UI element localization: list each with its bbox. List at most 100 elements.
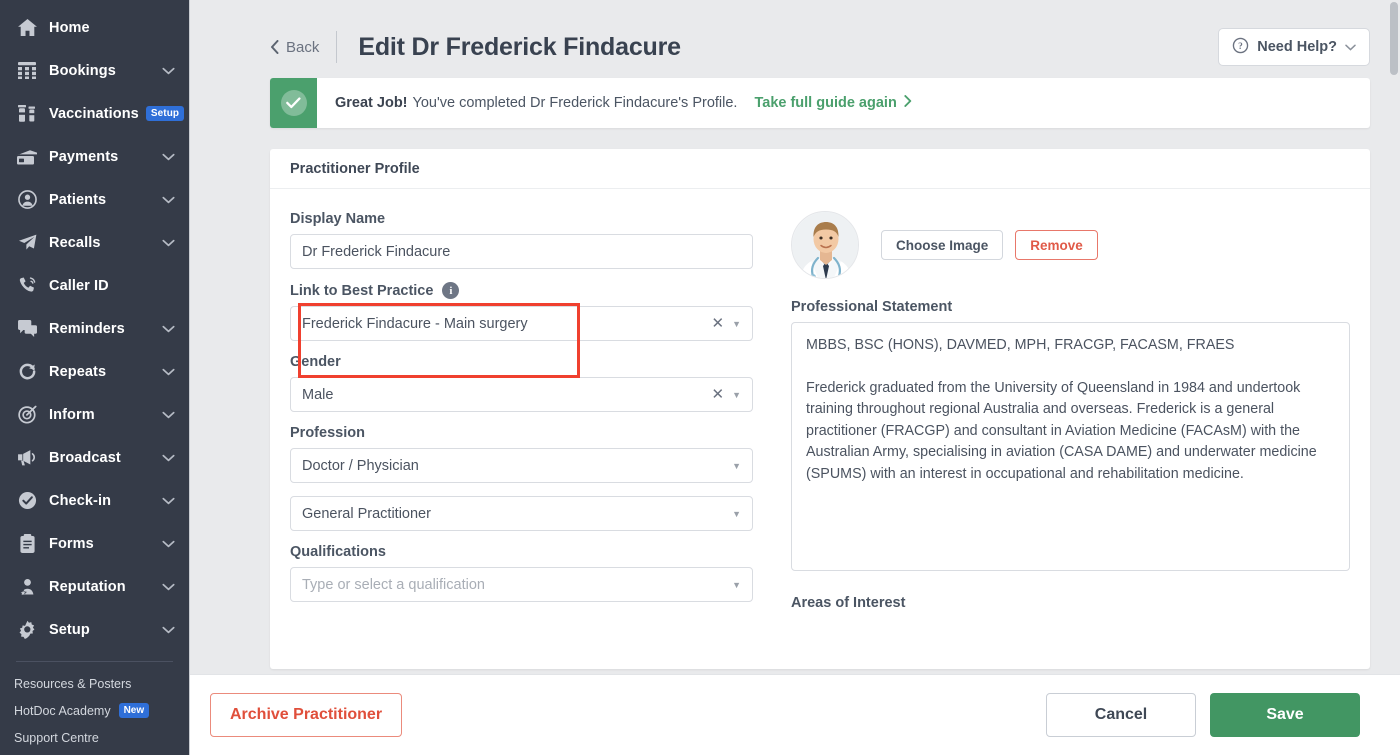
chevron-down-icon[interactable] bbox=[162, 497, 175, 505]
need-help-label: Need Help? bbox=[1257, 39, 1337, 55]
page-header: Back Edit Dr Frederick Findacure ? Need … bbox=[190, 0, 1400, 72]
sidebar-footer-badge[interactable]: New bbox=[118, 703, 150, 718]
chevron-down-icon[interactable] bbox=[162, 540, 175, 548]
qualifications-input[interactable]: Type or select a qualification ▼ bbox=[290, 567, 753, 602]
profession-adornments: ▼ bbox=[732, 461, 741, 471]
star-person-icon bbox=[16, 577, 38, 597]
sidebar-item-reputation[interactable]: Reputation bbox=[0, 565, 189, 608]
chevron-down-icon[interactable] bbox=[162, 67, 175, 75]
sidebar-item-badge[interactable]: Setup bbox=[145, 106, 185, 121]
question-circle-icon: ? bbox=[1232, 37, 1249, 58]
vial-icon bbox=[16, 104, 38, 124]
calendar-icon bbox=[16, 61, 38, 81]
info-icon[interactable]: i bbox=[442, 282, 460, 299]
specialty-value: General Practitioner bbox=[302, 505, 431, 522]
gender-label: Gender bbox=[290, 354, 753, 370]
form-column-left: Display Name Dr Frederick Findacure Link… bbox=[290, 211, 753, 615]
chevron-down-icon[interactable] bbox=[162, 454, 175, 462]
clear-icon[interactable]: ✕ bbox=[712, 387, 725, 402]
chevron-down-icon[interactable] bbox=[162, 196, 175, 204]
sidebar-item-recalls[interactable]: Recalls bbox=[0, 221, 189, 264]
sidebar-item-vaccinations[interactable]: Vaccinations Setup bbox=[0, 92, 189, 135]
sidebar-item-label: Caller ID bbox=[49, 277, 109, 294]
sidebar-item-patients[interactable]: Patients bbox=[0, 178, 189, 221]
sidebar-item-label: Reminders bbox=[49, 320, 125, 337]
sidebar-item-label: Repeats bbox=[49, 363, 107, 380]
sidebar-divider bbox=[16, 661, 173, 662]
sidebar-item-broadcast[interactable]: Broadcast bbox=[0, 436, 189, 479]
choose-image-button[interactable]: Choose Image bbox=[881, 230, 1004, 260]
chevron-down-icon[interactable] bbox=[162, 153, 175, 161]
specialty-adornments: ▼ bbox=[732, 509, 741, 519]
chevron-down-icon[interactable]: ▼ bbox=[732, 580, 741, 590]
sidebar-item-forms[interactable]: Forms bbox=[0, 522, 189, 565]
sidebar-footer-hotdoc-academy[interactable]: HotDoc Academy New bbox=[0, 697, 189, 724]
chat-icon bbox=[16, 319, 38, 339]
scrollbar-thumb[interactable] bbox=[1390, 2, 1398, 75]
gender-adornments: ✕ ▼ bbox=[712, 387, 742, 402]
form-column-right: Choose Image Remove Professional Stateme… bbox=[791, 211, 1350, 615]
sidebar-item-payments[interactable]: Payments bbox=[0, 135, 189, 178]
specialty-select[interactable]: General Practitioner ▼ bbox=[290, 496, 753, 531]
vertical-scrollbar[interactable] bbox=[1387, 0, 1400, 674]
chevron-down-icon[interactable] bbox=[162, 411, 175, 419]
sidebar-item-setup[interactable]: Setup bbox=[0, 608, 189, 651]
sidebar-item-label: Broadcast bbox=[49, 449, 121, 466]
banner-icon-wrap bbox=[270, 78, 317, 128]
chevron-down-icon[interactable] bbox=[162, 626, 175, 634]
sidebar-item-label: Reputation bbox=[49, 578, 126, 595]
clear-icon[interactable]: ✕ bbox=[712, 316, 725, 331]
cancel-button[interactable]: Cancel bbox=[1046, 693, 1196, 737]
chevron-right-icon bbox=[904, 95, 912, 111]
sidebar-footer-resources-posters[interactable]: Resources & Posters bbox=[0, 670, 189, 697]
sidebar-item-label: Bookings bbox=[49, 62, 116, 79]
archive-practitioner-button[interactable]: Archive Practitioner bbox=[210, 693, 403, 737]
remove-image-button[interactable]: Remove bbox=[1015, 230, 1098, 260]
chevron-down-icon[interactable]: ▼ bbox=[732, 319, 741, 329]
image-buttons: Choose Image Remove bbox=[881, 230, 1098, 260]
chevron-down-icon[interactable] bbox=[162, 239, 175, 247]
chevron-down-icon[interactable] bbox=[162, 583, 175, 591]
chevron-down-icon bbox=[1345, 44, 1356, 51]
take-full-guide-link[interactable]: Take full guide again bbox=[754, 95, 912, 111]
chevron-down-icon[interactable]: ▼ bbox=[732, 461, 741, 471]
sidebar-item-caller-id[interactable]: Caller ID bbox=[0, 264, 189, 307]
chevron-down-icon[interactable]: ▼ bbox=[732, 509, 741, 519]
professional-statement-textarea[interactable]: MBBS, BSC (HONS), DAVMED, MPH, FRACGP, F… bbox=[791, 322, 1350, 571]
statement-paragraph-2: Frederick graduated from the University … bbox=[806, 379, 1317, 482]
sidebar-item-label: Forms bbox=[49, 535, 94, 552]
gender-select[interactable]: Male ✕ ▼ bbox=[290, 377, 753, 412]
sidebar-item-bookings[interactable]: Bookings bbox=[0, 49, 189, 92]
sidebar-item-label: Recalls bbox=[49, 234, 101, 251]
paper-plane-icon bbox=[16, 233, 38, 253]
save-button[interactable]: Save bbox=[1210, 693, 1360, 737]
sidebar-footer-label: Support Centre bbox=[14, 730, 99, 745]
sidebar-footer-links: Resources & Posters HotDoc Academy New Supp… bbox=[0, 670, 189, 751]
practitioner-profile-card: Practitioner Profile Display Name Dr Fre… bbox=[270, 149, 1370, 669]
sidebar-item-repeats[interactable]: Repeats bbox=[0, 350, 189, 393]
sidebar-nav-list: Home Bookings Vaccinations Setup Payments Pat… bbox=[0, 0, 189, 651]
scroll-area: Back Edit Dr Frederick Findacure ? Need … bbox=[190, 0, 1400, 674]
link-best-practice-select[interactable]: Frederick Findacure - Main surgery ✕ ▼ bbox=[290, 306, 753, 341]
sidebar-footer-support-centre[interactable]: Support Centre bbox=[0, 724, 189, 751]
statement-paragraph-1: MBBS, BSC (HONS), DAVMED, MPH, FRACGP, F… bbox=[806, 337, 1235, 353]
back-button[interactable]: Back bbox=[270, 39, 336, 56]
check-icon bbox=[280, 90, 307, 116]
home-icon bbox=[16, 18, 38, 38]
chevron-down-icon[interactable] bbox=[162, 368, 175, 376]
sidebar-footer-label: HotDoc Academy bbox=[14, 703, 111, 718]
display-name-input[interactable]: Dr Frederick Findacure bbox=[290, 234, 753, 269]
chevron-down-icon[interactable]: ▼ bbox=[732, 390, 741, 400]
sidebar-item-check-in[interactable]: Check-in bbox=[0, 479, 189, 522]
qualifications-placeholder: Type or select a qualification bbox=[302, 576, 485, 593]
chevron-down-icon[interactable] bbox=[162, 325, 175, 333]
gender-label-text: Gender bbox=[290, 354, 341, 370]
display-name-label-text: Display Name bbox=[290, 211, 386, 227]
qualifications-adornments: ▼ bbox=[732, 580, 741, 590]
profession-select[interactable]: Doctor / Physician ▼ bbox=[290, 448, 753, 483]
profession-value: Doctor / Physician bbox=[302, 457, 419, 474]
need-help-button[interactable]: ? Need Help? bbox=[1218, 28, 1370, 66]
sidebar-item-home[interactable]: Home bbox=[0, 6, 189, 49]
sidebar-item-inform[interactable]: Inform bbox=[0, 393, 189, 436]
sidebar-item-reminders[interactable]: Reminders bbox=[0, 307, 189, 350]
